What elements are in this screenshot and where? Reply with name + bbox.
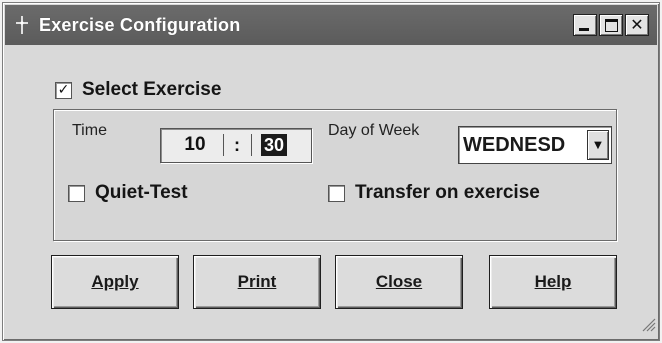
print-button[interactable]: Print <box>193 255 321 309</box>
help-button-label: Help <box>534 272 572 291</box>
transfer-label: Transfer on exercise <box>355 182 540 203</box>
exercise-configuration-window: Exercise Configuration ✕ ✓ Select Exerci… <box>2 2 660 341</box>
window-title: Exercise Configuration <box>39 14 241 35</box>
maximize-icon <box>604 18 618 32</box>
quiet-test-label: Quiet-Test <box>95 182 188 203</box>
minimize-icon <box>579 28 589 31</box>
close-window-button[interactable]: ✕ <box>625 14 649 36</box>
crosshair-icon <box>5 5 39 45</box>
resize-grip-icon[interactable] <box>640 316 656 337</box>
transfer-row[interactable]: Transfer on exercise <box>328 182 540 204</box>
dropdown-arrow-button[interactable]: ▼ <box>587 130 609 160</box>
select-exercise-row[interactable]: ✓ Select Exercise <box>55 79 221 101</box>
time-hour-field[interactable]: 10 <box>169 133 221 157</box>
close-icon: ✕ <box>630 15 644 34</box>
day-of-week-value: WEDNESD <box>463 134 566 156</box>
close-button[interactable]: Close <box>335 255 463 309</box>
time-separator: : <box>234 135 240 155</box>
time-minute-field[interactable]: 30 <box>261 134 287 156</box>
day-of-week-select[interactable]: WEDNESD ▼ <box>458 126 612 164</box>
select-exercise-label: Select Exercise <box>82 79 222 100</box>
print-button-label: Print <box>237 272 277 291</box>
quiet-test-row[interactable]: Quiet-Test <box>68 182 188 204</box>
quiet-test-checkbox[interactable] <box>68 184 85 202</box>
select-exercise-checkbox[interactable]: ✓ <box>55 81 72 99</box>
time-label: Time <box>72 122 107 139</box>
day-of-week-label: Day of Week <box>328 122 420 139</box>
time-divider <box>223 134 224 156</box>
window-controls: ✕ <box>573 14 649 36</box>
title-bar[interactable]: Exercise Configuration ✕ <box>5 5 657 45</box>
time-divider <box>251 134 252 156</box>
time-input[interactable]: 10 : 30 <box>160 128 312 163</box>
minimize-button[interactable] <box>573 14 597 36</box>
maximize-button[interactable] <box>599 14 623 36</box>
apply-button-label: Apply <box>91 272 139 291</box>
checkmark-icon: ✓ <box>57 82 70 98</box>
close-button-label: Close <box>375 272 423 291</box>
chevron-down-icon: ▼ <box>594 139 602 151</box>
exercise-settings-group: Time 10 : 30 Day of Week WEDNESD ▼ Quiet… <box>53 109 617 241</box>
apply-button[interactable]: Apply <box>51 255 179 309</box>
transfer-checkbox[interactable] <box>328 184 345 202</box>
help-button[interactable]: Help <box>489 255 617 309</box>
